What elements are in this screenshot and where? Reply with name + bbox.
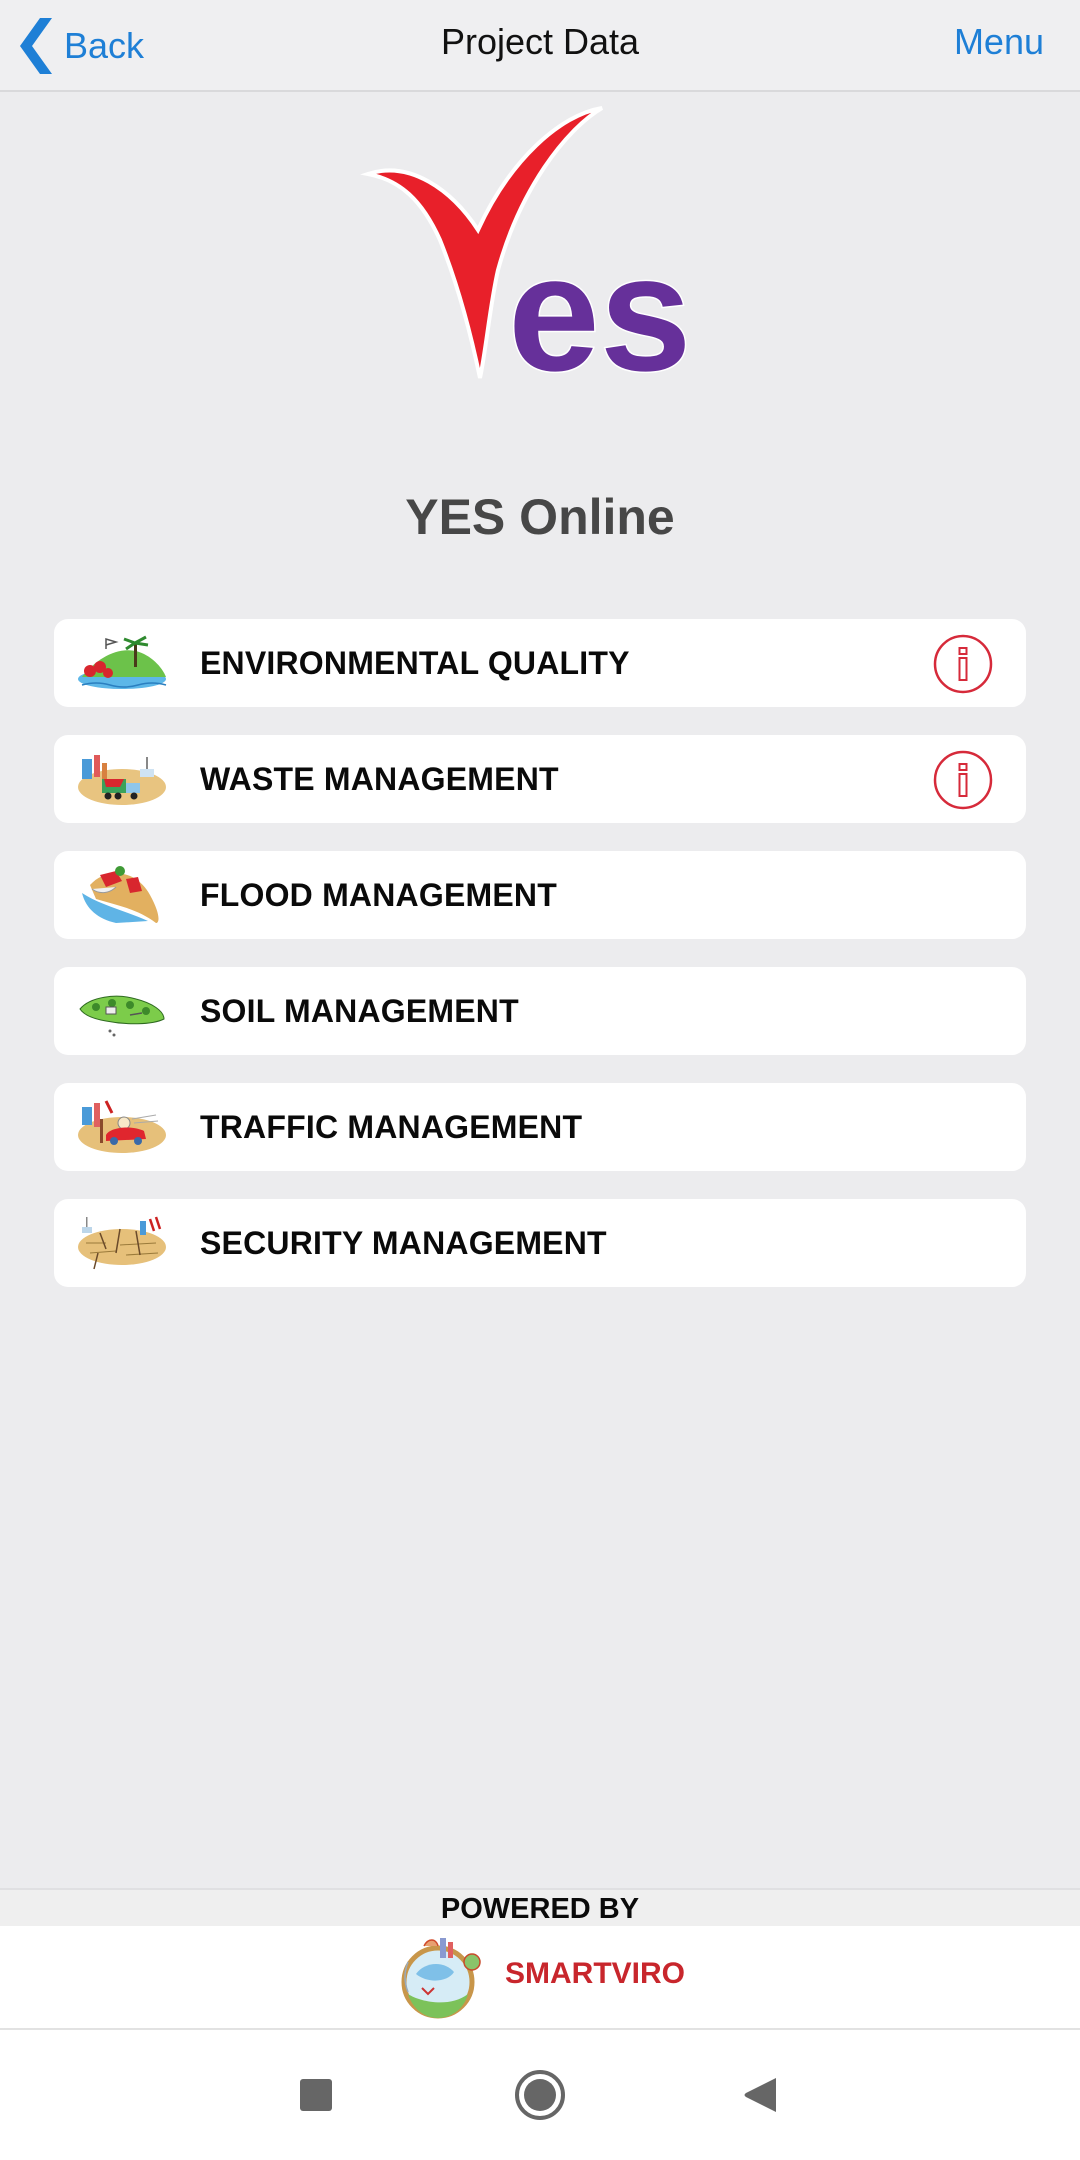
module-card-traffic-management[interactable]: TRAFFIC MANAGEMENT [54, 1083, 1026, 1171]
module-label: SECURITY MANAGEMENT [200, 1224, 607, 1261]
module-list: ENVIRONMENTAL QUALITY WASTE MANAGEMENT F… [54, 619, 1026, 1315]
module-label: ENVIRONMENTAL QUALITY [200, 644, 630, 681]
module-label: SOIL MANAGEMENT [200, 992, 519, 1029]
powered-by-label: POWERED BY [0, 1888, 1080, 1926]
smartviro-globe-logo-icon [401, 1938, 481, 2019]
page-title: Project Data [440, 21, 640, 62]
module-card-environmental-quality[interactable]: ENVIRONMENTAL QUALITY [54, 619, 1026, 707]
system-navigation-bar [0, 2030, 1080, 2160]
yes-logo: es [360, 106, 693, 385]
app-title: YES Online [405, 489, 675, 545]
back-triangle-icon[interactable] [742, 2076, 778, 2114]
module-label: FLOOD MANAGEMENT [200, 876, 557, 913]
top-app-bar: Back Project Data Menu [0, 0, 1080, 92]
flood-illustration-icon [82, 866, 159, 923]
module-card-security-management[interactable]: SECURITY MANAGEMENT [54, 1199, 1026, 1287]
traffic-car-illustration-icon [78, 1100, 166, 1153]
menu-button[interactable]: Menu [954, 24, 1044, 60]
sponsor-brand[interactable]: SMARTVIRO [0, 1926, 1080, 2030]
environment-illustration-icon [78, 635, 167, 689]
module-card-soil-management[interactable]: SOIL MANAGEMENT [54, 967, 1026, 1055]
info-icon[interactable] [932, 633, 994, 695]
logo-text: es [508, 221, 692, 385]
module-label: TRAFFIC MANAGEMENT [200, 1108, 583, 1145]
waste-truck-illustration-icon [78, 755, 166, 805]
security-illustration-icon [78, 1216, 166, 1270]
recents-square-icon[interactable] [298, 2077, 334, 2113]
smartviro-brand-name: SMARTVIRO [505, 1957, 685, 1990]
soil-illustration-icon [79, 995, 165, 1037]
home-circle-icon[interactable] [514, 2069, 566, 2121]
module-card-waste-management[interactable]: WASTE MANAGEMENT [54, 735, 1026, 823]
module-card-flood-management[interactable]: FLOOD MANAGEMENT [54, 851, 1026, 939]
module-label: WASTE MANAGEMENT [200, 760, 559, 797]
info-icon[interactable] [932, 749, 994, 811]
